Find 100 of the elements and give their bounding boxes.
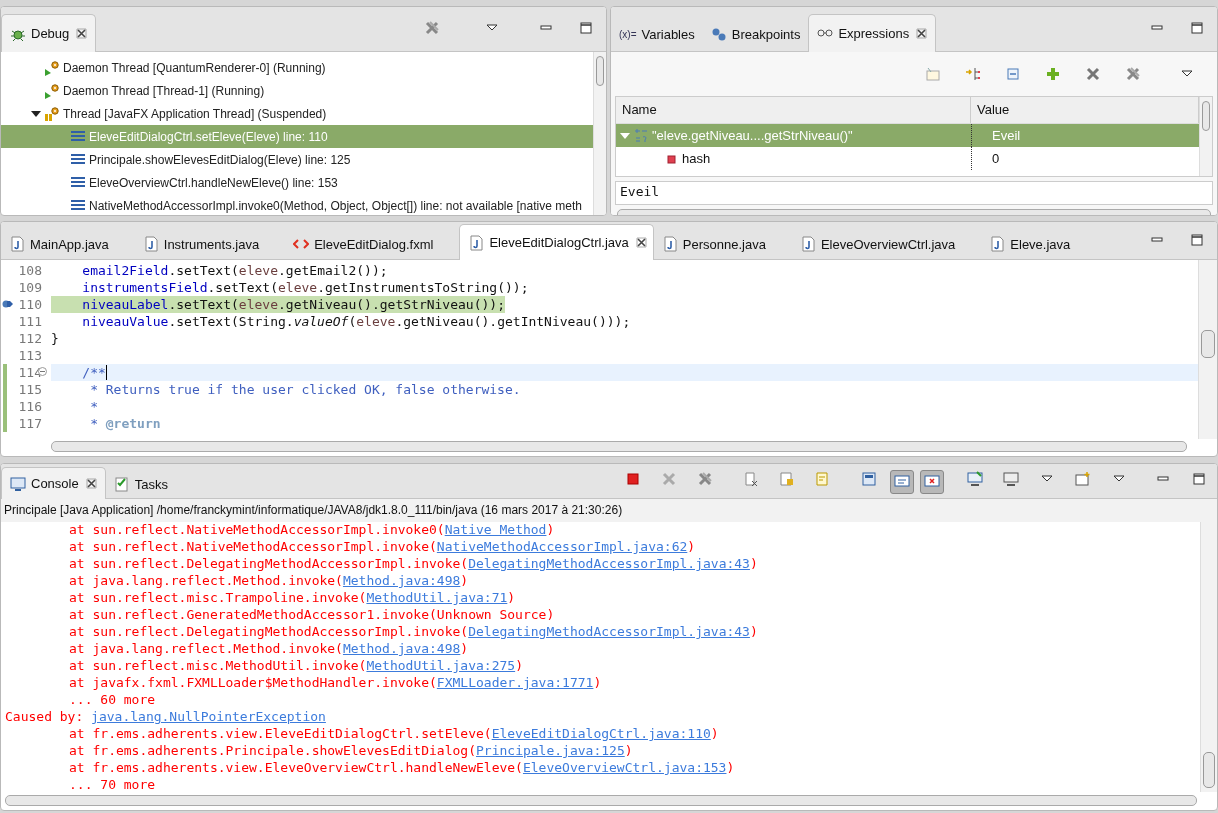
code-line: niveauValue.setText(String.valueOf(eleve.getNiveau().getIntNiveau()));	[81, 313, 631, 330]
tree-item[interactable]: Daemon Thread [Thread-1] (Running)	[1, 79, 593, 102]
java-file-icon	[9, 236, 25, 252]
expression-value: 0	[992, 151, 1000, 166]
close-icon[interactable]	[85, 478, 97, 489]
process-label: Principale [Java Application] /home/franckymint/informatique/JAVA8/jdk1.8.0_111/bin/java (16 mars 2017 à 21:30:26)	[1, 499, 1217, 522]
tree-item[interactable]: EleveOverviewCtrl.handleNewEleve() line: 153	[1, 171, 593, 194]
remove-icon[interactable]	[661, 471, 677, 487]
expand-arrow-icon[interactable]	[31, 108, 41, 119]
editor-tab[interactable]: EleveEditDialogCtrl.java	[459, 224, 654, 260]
view-tab[interactable]: Breakpoints	[702, 17, 809, 51]
view-tab[interactable]: Console	[1, 467, 106, 499]
add-icon[interactable]	[1045, 66, 1061, 82]
scroll-lock-icon[interactable]	[779, 471, 795, 487]
console-line: at sun.reflect.NativeMethodAccessorImpl.invoke0(Native Method)	[68, 522, 556, 539]
link[interactable]: NativeMethodAccessorImpl.java:62	[436, 539, 688, 554]
tree-item[interactable]: Thread [JavaFX Application Thread] (Suspended)	[1, 102, 593, 125]
collapse-tree-icon[interactable]	[965, 66, 981, 82]
link[interactable]: DelegatingMethodAccessorImpl.java:43	[468, 624, 750, 639]
expression-value: Eveil	[992, 128, 1021, 143]
running-thread-icon	[44, 82, 60, 99]
editor-tab[interactable]: Personne.java	[653, 229, 792, 259]
close-icon[interactable]	[635, 237, 647, 248]
console-line: at fr.ems.adherents.view.EleveOverviewCtrl.handleNewEleve(EleveOverviewCtrl.java:153)	[68, 760, 736, 777]
line-number: 117	[17, 416, 42, 431]
editor-tab[interactable]: EleveEditDialog.fxml	[285, 229, 460, 259]
code-line: instrumentsField.setText(eleve.getInstrumentsToString());	[81, 279, 529, 296]
console-line: at sun.reflect.DelegatingMethodAccessorImpl.invoke(DelegatingMethodAccessorImpl.java:43)	[68, 556, 759, 573]
link[interactable]: MethodUtil.java:275	[366, 658, 516, 673]
debug-tab[interactable]: Debug	[1, 14, 97, 52]
java-file-icon	[142, 236, 159, 252]
link[interactable]: Method.java:498	[342, 641, 461, 656]
clear-console-icon[interactable]	[743, 471, 759, 487]
remove-icon[interactable]	[1085, 66, 1101, 82]
suspended-thread-icon	[44, 105, 60, 122]
java-file-icon	[468, 234, 485, 251]
link[interactable]: FXMLLoader.java:1771	[436, 675, 594, 690]
scrollbar[interactable]	[5, 795, 1197, 806]
console-line: at java.lang.reflect.Method.invoke(Method.java:498)	[68, 641, 470, 658]
view-tab[interactable]: Tasks	[105, 470, 176, 498]
detail-pane: Eveil	[615, 181, 1213, 205]
expression-icon	[633, 127, 649, 144]
console-line: at sun.reflect.GeneratedMethodAccessor1.invoke(Unknown Source)	[68, 607, 556, 624]
console-line: at sun.reflect.NativeMethodAccessorImpl.invoke(NativeMethodAccessorImpl.java:62)	[68, 539, 697, 556]
console-line: at sun.reflect.misc.MethodUtil.invoke(MethodUtil.java:275)	[68, 658, 524, 675]
close-icon[interactable]	[76, 28, 88, 39]
new-console-icon[interactable]	[1075, 471, 1091, 487]
text-cursor	[105, 365, 107, 380]
maximize-icon[interactable]	[578, 20, 594, 36]
link[interactable]: java.lang.NullPointerException	[91, 709, 326, 724]
line-number: 115	[17, 382, 42, 397]
line-number: 116	[17, 399, 42, 414]
console-line: at java.lang.reflect.Method.invoke(Method.java:498)	[68, 573, 470, 590]
remove-all-icon[interactable]	[1125, 66, 1141, 82]
close-icon[interactable]	[916, 28, 928, 39]
tree-item[interactable]: Daemon Thread [QuantumRenderer-0] (Running)	[1, 56, 593, 79]
link[interactable]: Native Method	[444, 522, 547, 537]
maximize-icon[interactable]	[1189, 20, 1205, 36]
code-line: }	[51, 330, 59, 347]
link[interactable]: Method.java:498	[342, 573, 461, 588]
tree-item[interactable]: NativeMethodAccessorImpl.invoke0(Method, Object, Object[]) line: not available [native meth	[1, 194, 593, 215]
line-number: 112	[17, 331, 42, 346]
console-line: at sun.reflect.DelegatingMethodAccessorImpl.invoke(DelegatingMethodAccessorImpl.java:43)	[68, 624, 759, 641]
toggle-button[interactable]	[890, 470, 914, 494]
editor-tab[interactable]: Eleve.java	[981, 229, 1097, 259]
tasks-icon	[113, 476, 130, 492]
java-file-icon	[661, 236, 678, 252]
remove-all-icon[interactable]	[697, 471, 713, 487]
pin-icon[interactable]	[861, 471, 877, 487]
line-number: 111	[17, 314, 42, 329]
editor-tab[interactable]: EleveOverviewCtrl.java	[791, 229, 982, 259]
running-thread-icon	[44, 59, 60, 76]
column-header[interactable]: Name	[616, 97, 971, 123]
monitor-icon[interactable]	[967, 471, 983, 487]
scrollbar[interactable]	[51, 441, 1187, 452]
link[interactable]: DelegatingMethodAccessorImpl.java:43	[468, 556, 750, 571]
collapse-all-icon[interactable]	[1005, 66, 1021, 82]
tree-item[interactable]: Principale.showElevesEditDialog(Eleve) line: 125	[1, 148, 593, 171]
expression-name: hash	[682, 151, 711, 166]
console-icon	[10, 475, 26, 492]
maximize-icon[interactable]	[1189, 232, 1205, 248]
link[interactable]: Principale.java:125	[476, 743, 625, 758]
editor-tab[interactable]: MainApp.java	[1, 229, 135, 259]
line-number: 109	[17, 280, 42, 295]
editor-tab[interactable]: Instruments.java	[134, 229, 286, 259]
link[interactable]: EleveOverviewCtrl.java:153	[522, 760, 727, 775]
java-file-icon	[799, 236, 816, 252]
toggle-button[interactable]	[920, 470, 944, 494]
display-console-icon[interactable]	[1003, 471, 1019, 487]
view-tab[interactable]: Expressions	[808, 14, 937, 52]
link[interactable]: MethodUtil.java:71	[366, 590, 508, 605]
remove-all-icon[interactable]	[424, 20, 440, 36]
link[interactable]: EleveEditDialogCtrl.java:110	[491, 726, 711, 741]
maximize-icon[interactable]	[1191, 471, 1207, 487]
line-number: 113	[17, 348, 42, 363]
code-line: * Returns true if the user clicked OK, false otherwise.	[89, 381, 521, 398]
stop-icon[interactable]	[625, 471, 641, 487]
line-number: 110	[17, 297, 42, 312]
console-icon	[894, 474, 910, 490]
view-tab[interactable]: (x)= Variables	[611, 17, 703, 51]
